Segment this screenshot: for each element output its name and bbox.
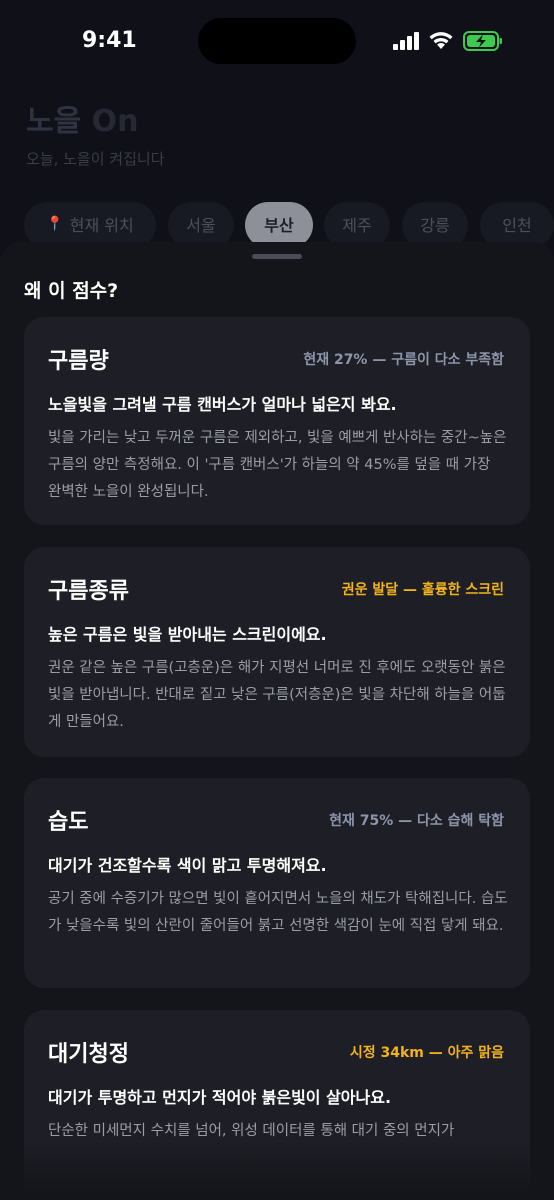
app-header: 노을 On 오늘, 노을이 켜집니다 📍 현재 위치 서울 부산 제주 강릉 인… [0,80,554,250]
card-headline: 노을빛을 그려낼 구름 캔버스가 얼마나 넓은지 봐요. [48,395,397,414]
card-body: 빛을 가리는 낮고 두꺼운 구름은 제외하고, 빛을 예쁘게 반사하는 중간~높… [48,430,507,500]
wifi-icon [429,32,453,49]
status-time: 9:41 [82,28,137,53]
battery-charging-icon [463,31,502,51]
city-tab-label: 제주 [342,216,372,235]
status-bar: 9:41 [0,0,554,80]
card-status: 현재 27% — 구름이 다소 부족함 [303,352,504,368]
city-tab-label: 서울 [186,216,216,235]
city-tab-label: 현재 위치 [69,216,134,235]
card-body: 권운 같은 높은 구름(고층운)은 해가 지평선 너머로 진 후에도 오랫동안 … [48,660,506,730]
card-headline: 대기가 건조할수록 색이 맑고 투명해져요. [48,856,327,875]
card-title: 구름량 [48,349,109,374]
factor-card-cloud-amount: 구름량 현재 27% — 구름이 다소 부족함 노을빛을 그려낼 구름 캔버스가… [24,317,530,525]
city-tab-label: 부산 [264,216,294,235]
factor-card-cloud-type: 구름종류 권운 발달 — 훌륭한 스크린 높은 구름은 빛을 받아내는 스크린이… [24,547,530,757]
card-status: 시정 34km — 아주 맑음 [349,1045,504,1061]
sheet-drag-handle[interactable] [252,254,302,259]
cellular-signal-icon [393,32,421,50]
sheet-title: 왜 이 점수? [24,280,119,302]
app-title: 노을 On [26,96,139,140]
score-explanation-sheet[interactable]: 왜 이 점수? 구름량 현재 27% — 구름이 다소 부족함 노을빛을 그려낼… [0,242,554,1200]
factor-card-humidity: 습도 현재 75% — 다소 습해 탁함 대기가 건조할수록 색이 맑고 투명해… [24,778,530,988]
card-headline: 높은 구름은 빛을 받아내는 스크린이에요. [48,625,327,644]
bottom-fade [0,1140,554,1200]
card-status: 현재 75% — 다소 습해 탁함 [329,813,504,829]
city-tab-label: 강릉 [420,216,450,235]
card-title: 구름종류 [48,579,129,604]
app-title-main: 노을 [26,104,82,139]
card-headline: 대기가 투명하고 먼지가 적어야 붉은빛이 살아나요. [48,1088,392,1107]
card-title: 대기청정 [48,1042,129,1067]
dynamic-island [198,18,356,64]
card-status: 권운 발달 — 훌륭한 스크린 [341,582,504,598]
card-title: 습도 [48,810,89,835]
app-subtitle: 오늘, 노을이 켜집니다 [26,150,165,168]
card-body: 공기 중에 수증기가 많으면 빛이 흩어지면서 노을의 채도가 탁해집니다. 습… [48,891,508,934]
location-pin-icon: 📍 [46,216,64,232]
city-tab-label: 인천 [502,216,532,235]
app-title-accent: On [91,104,139,139]
